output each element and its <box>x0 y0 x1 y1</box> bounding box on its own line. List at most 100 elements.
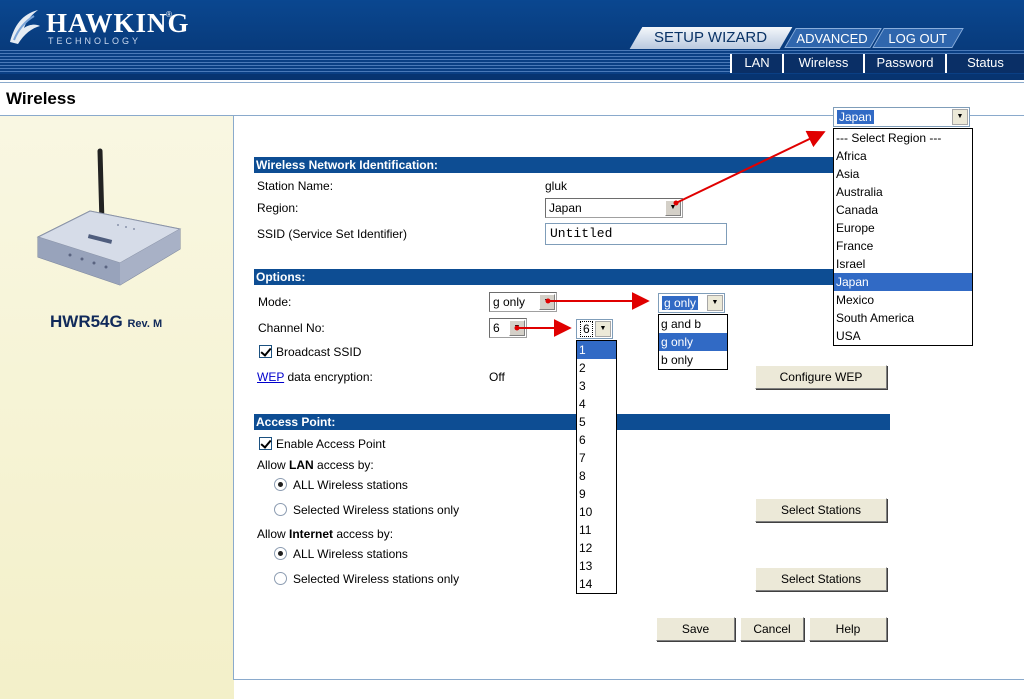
wep-label-rest: data encryption: <box>284 370 373 384</box>
model-revision: Rev. M <box>127 318 163 330</box>
channel-option[interactable]: 13 <box>577 557 616 575</box>
page-title: Wireless <box>6 89 76 108</box>
model-name: HWR54G <box>50 312 123 331</box>
mode-option-selected[interactable]: g only <box>659 333 727 351</box>
secondary-nav: LAN Wireless Password Status <box>730 54 1024 73</box>
lan-select-stations-button[interactable]: Select Stations <box>755 498 887 522</box>
region-option[interactable]: Israel <box>834 255 972 273</box>
allow-lan-suffix: access by: <box>313 458 374 472</box>
broadcast-ssid-checkbox[interactable] <box>259 345 272 358</box>
wep-status-value: Off <box>489 370 505 384</box>
channel-option[interactable]: 5 <box>577 413 616 431</box>
internet-select-stations-button[interactable]: Select Stations <box>755 567 887 591</box>
region-select[interactable]: Japan ▼ <box>545 198 683 218</box>
channel-option[interactable]: 3 <box>577 377 616 395</box>
tab-log-out[interactable]: LOG OUT <box>872 28 964 48</box>
allow-internet-label: Allow Internet access by: <box>257 527 393 541</box>
enable-access-point-checkbox[interactable] <box>259 437 272 450</box>
chevron-down-icon[interactable]: ▼ <box>707 295 723 311</box>
channel-option[interactable]: 12 <box>577 539 616 557</box>
internet-all-stations-label: ALL Wireless stations <box>293 547 408 561</box>
section-access-point: Access Point: <box>254 414 890 430</box>
channel-select-value: 6 <box>493 321 500 335</box>
tab-setup-wizard[interactable]: SETUP WIZARD <box>629 27 793 49</box>
channel-option[interactable]: 4 <box>577 395 616 413</box>
lan-selected-stations-radio[interactable] <box>274 503 287 516</box>
channel-select[interactable]: 6 ▼ <box>489 318 527 338</box>
channel-option[interactable]: 10 <box>577 503 616 521</box>
wep-encryption-label: WEP data encryption: <box>257 370 373 384</box>
tab-log-out-label: LOG OUT <box>888 31 947 46</box>
chevron-down-icon[interactable]: ▼ <box>952 109 968 125</box>
region-label: Region: <box>257 201 299 215</box>
lan-all-stations-radio[interactable] <box>274 478 287 491</box>
region-option[interactable]: Europe <box>834 219 972 237</box>
allow-internet-prefix: Allow <box>257 527 290 541</box>
mode-option[interactable]: g and b <box>659 315 727 333</box>
internet-all-stations-radio[interactable] <box>274 547 287 560</box>
model-label: HWR54G Rev. M <box>50 312 162 332</box>
region-option[interactable]: Africa <box>834 147 972 165</box>
station-name-value: gluk <box>545 179 568 193</box>
allow-lan-bold: LAN <box>289 458 314 472</box>
channel-popup-value: 6 <box>580 321 593 337</box>
channel-option[interactable]: 8 <box>577 467 616 485</box>
channel-popup-select[interactable]: 6 ▼ <box>576 319 613 339</box>
region-option-selected[interactable]: Japan <box>834 273 972 291</box>
channel-option[interactable]: 9 <box>577 485 616 503</box>
tab-setup-wizard-label: SETUP WIZARD <box>654 29 768 46</box>
region-option[interactable]: South America <box>834 309 972 327</box>
mode-select[interactable]: g only ▼ <box>489 292 557 312</box>
mode-popup-select[interactable]: g only ▼ <box>658 293 725 313</box>
section-wireless-identification: Wireless Network Identification: <box>254 157 890 173</box>
region-option[interactable]: Canada <box>834 201 972 219</box>
tab-advanced[interactable]: ADVANCED <box>784 28 882 48</box>
region-popup-select[interactable]: Japan ▼ <box>833 107 970 127</box>
mode-option[interactable]: b only <box>659 351 727 369</box>
chevron-down-icon[interactable]: ▼ <box>665 200 681 216</box>
mode-dropdown-list: g and b g only b only <box>658 314 728 370</box>
hawk-emblem-icon <box>10 10 40 44</box>
lan-selected-stations-label: Selected Wireless stations only <box>293 503 460 517</box>
ssid-input[interactable]: Untitled <box>545 223 727 245</box>
region-option[interactable]: Mexico <box>834 291 972 309</box>
internet-selected-stations-radio[interactable] <box>274 572 287 585</box>
mode-popup-value: g only <box>662 296 699 310</box>
region-option[interactable]: --- Select Region --- <box>834 129 972 147</box>
broadcast-ssid-label: Broadcast SSID <box>276 345 362 359</box>
lan-all-stations-label: ALL Wireless stations <box>293 478 408 492</box>
region-option[interactable]: Australia <box>834 183 972 201</box>
allow-internet-bold: Internet <box>289 527 334 541</box>
allow-internet-suffix: access by: <box>333 527 394 541</box>
region-option[interactable]: France <box>834 237 972 255</box>
channel-option[interactable]: 11 <box>577 521 616 539</box>
nav-status[interactable]: Status <box>945 54 1024 73</box>
cancel-button[interactable]: Cancel <box>740 617 804 641</box>
channel-option[interactable]: 2 <box>577 359 616 377</box>
hawking-logo: HAWKING ® TECHNOLOGY <box>8 6 189 46</box>
nav-lan[interactable]: LAN <box>730 54 782 73</box>
region-option[interactable]: USA <box>834 327 972 345</box>
wep-link[interactable]: WEP <box>257 370 284 384</box>
chevron-down-icon[interactable]: ▼ <box>595 321 611 337</box>
chevron-down-icon[interactable]: ▼ <box>539 294 555 310</box>
region-select-value: Japan <box>549 201 582 215</box>
internet-selected-stations-label: Selected Wireless stations only <box>293 572 460 586</box>
chevron-down-icon[interactable]: ▼ <box>509 320 525 336</box>
channel-option[interactable]: 6 <box>577 431 616 449</box>
router-image <box>36 148 182 286</box>
region-option[interactable]: Asia <box>834 165 972 183</box>
channel-option[interactable]: 14 <box>577 575 616 593</box>
help-button[interactable]: Help <box>809 617 887 641</box>
allow-lan-label: Allow LAN access by: <box>257 458 374 472</box>
save-button[interactable]: Save <box>656 617 735 641</box>
configure-wep-button[interactable]: Configure WEP <box>755 365 887 389</box>
channel-label: Channel No: <box>258 321 325 335</box>
registered-mark: ® <box>166 10 172 19</box>
nav-password[interactable]: Password <box>863 54 945 73</box>
channel-option[interactable]: 7 <box>577 449 616 467</box>
ssid-label: SSID (Service Set Identifier) <box>257 227 408 241</box>
enable-access-point-label: Enable Access Point <box>276 437 386 451</box>
nav-wireless[interactable]: Wireless <box>782 54 863 73</box>
channel-option-selected[interactable]: 1 <box>577 341 616 359</box>
